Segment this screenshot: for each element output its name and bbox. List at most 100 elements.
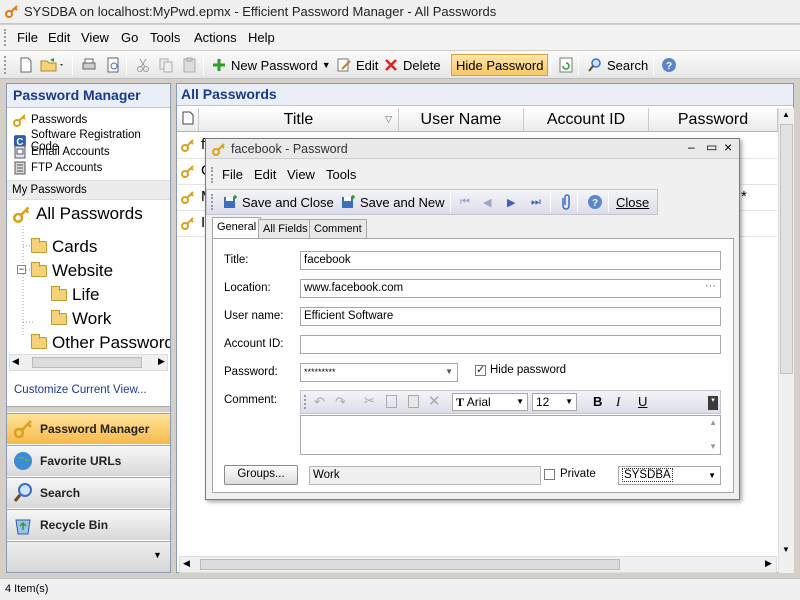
category-passwords[interactable]: Passwords — [13, 113, 87, 127]
toolbar-overflow-icon[interactable]: ▾ — [708, 396, 718, 410]
user-name-field[interactable]: Efficient Software — [300, 307, 721, 326]
scroll-thumb[interactable] — [200, 559, 620, 570]
location-field[interactable]: www.facebook.com ··· — [300, 279, 721, 298]
list-horizontal-scrollbar[interactable]: ◀ ▶ — [179, 556, 777, 573]
category-ftp-accounts[interactable]: FTP Accounts — [13, 161, 102, 175]
delete-button[interactable]: Delete — [380, 54, 444, 76]
underline-icon[interactable]: U — [638, 394, 647, 409]
copy-icon[interactable] — [155, 54, 177, 76]
new-password-button[interactable]: New Password ▼ — [208, 54, 334, 76]
scroll-down-arrow-icon[interactable]: ▼ — [782, 545, 790, 554]
dialog-menu-view[interactable]: View — [287, 167, 315, 182]
menu-tools[interactable]: Tools — [150, 30, 180, 45]
paste-icon[interactable] — [408, 395, 419, 408]
help-icon[interactable]: ? — [584, 191, 606, 213]
new-document-icon[interactable] — [15, 54, 37, 76]
column-title-header[interactable]: Title ▽ — [199, 108, 399, 132]
scroll-up-arrow-icon[interactable]: ▲ — [782, 110, 790, 119]
font-size-select[interactable]: 12 ▼ — [532, 393, 577, 411]
edit-button[interactable]: Edit — [333, 54, 381, 76]
account-id-field[interactable] — [300, 335, 721, 354]
pane-splitter[interactable] — [7, 406, 170, 412]
column-account-id-header[interactable]: Account ID — [524, 108, 649, 132]
nav-password-manager[interactable]: Password Manager — [7, 413, 170, 444]
chevron-down-icon[interactable]: ▼ — [445, 367, 453, 376]
scroll-up-arrow-icon[interactable]: ▲ — [709, 418, 717, 427]
checkbox-checked-icon[interactable] — [475, 363, 486, 376]
title-field[interactable]: facebook — [300, 251, 721, 270]
menu-actions[interactable]: Actions — [194, 30, 237, 45]
chevron-down-icon[interactable]: ▼ — [322, 60, 331, 70]
previous-record-icon[interactable]: ◀ — [480, 191, 494, 213]
dialog-menu-file[interactable]: File — [222, 167, 243, 182]
nav-search[interactable]: Search — [7, 477, 170, 508]
nav-recycle-bin[interactable]: Recycle Bin — [7, 509, 170, 540]
dialog-menu-edit[interactable]: Edit — [254, 167, 276, 182]
search-button[interactable]: Search — [584, 54, 651, 76]
first-record-icon[interactable]: ⏮ — [457, 191, 473, 213]
all-passwords-item[interactable]: All Passwords — [13, 204, 143, 224]
category-email-accounts[interactable]: Email Accounts — [13, 145, 110, 159]
scroll-thumb[interactable] — [780, 124, 793, 374]
save-and-close-button[interactable]: Save and Close — [219, 191, 337, 213]
menu-go[interactable]: Go — [121, 30, 138, 45]
groups-button[interactable]: Groups... — [224, 465, 298, 485]
column-icon-header[interactable] — [177, 108, 199, 132]
cut-icon[interactable]: ✂ — [364, 393, 375, 409]
font-family-select[interactable]: T Arial ▼ — [452, 393, 528, 411]
column-username-header[interactable]: User Name — [399, 108, 524, 132]
bold-icon[interactable]: B — [593, 394, 602, 409]
hide-password-checkbox[interactable]: Hide password — [475, 363, 566, 376]
scroll-left-arrow-icon[interactable]: ◀ — [12, 356, 19, 367]
scroll-left-arrow-icon[interactable]: ◀ — [183, 558, 190, 569]
open-icon[interactable] — [37, 54, 69, 76]
menu-file[interactable]: File — [17, 30, 38, 45]
nav-favorite-urls[interactable]: Favorite URLs — [7, 445, 170, 476]
list-vertical-scrollbar[interactable]: ▲ ▼ — [778, 108, 794, 573]
comment-textarea[interactable]: ▲ ▼ — [300, 415, 721, 455]
tree-item-cards[interactable]: Cards — [31, 237, 97, 257]
tab-comment[interactable]: Comment — [309, 219, 367, 239]
tree-horizontal-scrollbar[interactable]: ◀ ▶ — [9, 354, 168, 371]
next-record-icon[interactable]: ▶ — [504, 191, 518, 213]
redo-icon[interactable]: ↷ — [335, 394, 346, 410]
scroll-thumb[interactable] — [32, 357, 142, 368]
menu-edit[interactable]: Edit — [48, 30, 70, 45]
cut-icon[interactable] — [132, 54, 154, 76]
chevron-down-icon[interactable]: ▼ — [565, 397, 573, 406]
close-button[interactable]: Close — [613, 191, 652, 213]
copy-icon[interactable] — [386, 395, 397, 408]
save-and-new-button[interactable]: Save and New — [337, 191, 448, 213]
browse-ellipsis-icon[interactable]: ··· — [705, 280, 716, 292]
scroll-right-arrow-icon[interactable]: ▶ — [765, 558, 772, 569]
private-checkbox[interactable]: Private — [544, 468, 596, 480]
column-password-header[interactable]: Password — [649, 108, 778, 132]
hide-password-button[interactable]: Hide Password — [451, 54, 549, 76]
checkbox-unchecked-icon[interactable] — [544, 468, 555, 480]
tree-item-work[interactable]: Work — [51, 309, 111, 329]
password-field[interactable]: ********* ▼ — [300, 363, 458, 382]
tab-all-fields[interactable]: All Fields — [258, 219, 313, 239]
close-icon[interactable]: × — [724, 139, 732, 155]
print-preview-icon[interactable] — [102, 54, 124, 76]
undo-icon[interactable]: ↶ — [314, 394, 325, 410]
last-record-icon[interactable]: ⏭ — [528, 191, 544, 213]
tree-item-other-passwords[interactable]: Other Passwords — [31, 333, 170, 353]
tree-item-life[interactable]: Life — [51, 285, 99, 305]
maximize-icon[interactable]: ▭ — [706, 140, 717, 154]
menu-view[interactable]: View — [81, 30, 109, 45]
minimize-icon[interactable]: – — [688, 140, 695, 154]
tab-general[interactable]: General — [212, 217, 262, 239]
scroll-right-arrow-icon[interactable]: ▶ — [158, 356, 165, 367]
dialog-menu-tools[interactable]: Tools — [326, 167, 356, 182]
chevron-down-icon[interactable]: ▼ — [153, 550, 162, 560]
print-icon[interactable] — [78, 54, 100, 76]
menu-help[interactable]: Help — [248, 30, 275, 45]
paste-icon[interactable] — [179, 54, 201, 76]
attachment-icon[interactable] — [556, 191, 576, 213]
help-icon[interactable]: ? — [658, 54, 680, 76]
scroll-down-arrow-icon[interactable]: ▼ — [709, 442, 717, 451]
tree-item-website[interactable]: Website — [31, 261, 113, 281]
owner-select[interactable]: SYSDBA ▼ — [618, 466, 721, 485]
customize-view-link[interactable]: Customize Current View... — [14, 384, 147, 396]
